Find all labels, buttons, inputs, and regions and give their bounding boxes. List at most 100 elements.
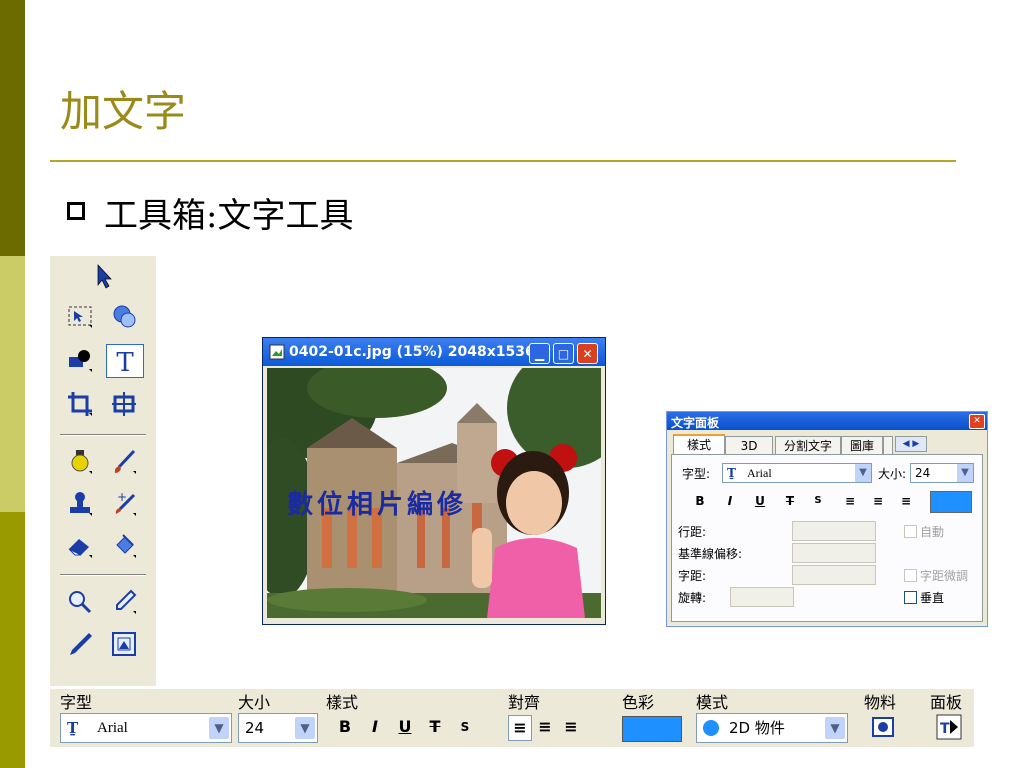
rotate-input[interactable] [730,587,794,607]
slide-title: 加文字 [60,87,187,136]
panel-close-button[interactable]: ✕ [969,414,985,429]
font-label: 字型: [682,467,711,481]
align-center-button[interactable]: ≡ [868,491,888,511]
toolbox: T + [50,256,156,686]
size-select[interactable]: 24 ▼ [910,463,974,483]
text-color-swatch[interactable] [930,491,972,513]
kerning-label: 字距微調 [920,569,969,583]
shape-icon[interactable] [62,344,98,376]
text-tool-icon[interactable]: T [106,344,144,378]
auto-checkbox[interactable] [904,525,917,538]
selection-icon[interactable] [62,300,98,332]
pb-panel-label: 面板 [930,693,963,712]
fill-icon[interactable] [106,530,142,562]
lasso-icon[interactable] [106,300,142,332]
pb-align-left-button[interactable]: ≡ [508,715,532,741]
pb-strikethrough-button[interactable]: T [424,715,446,739]
image-file-icon [269,344,285,360]
pb-style-label: 樣式 [326,693,359,712]
text-panel-titlebar[interactable]: 文字面板 ✕ [667,412,987,430]
close-button[interactable]: ✕ [577,343,598,364]
pb-color-swatch[interactable] [622,716,682,742]
photo-overlay-text[interactable]: 數位相片編修 [287,484,467,521]
char-spacing-label: 字距: [678,569,707,583]
auto-label: 自動 [920,525,945,539]
font-select-value: Arial [747,466,772,480]
frame-icon[interactable] [106,628,142,660]
truetype-icon: Ṯ [67,719,79,737]
pen-icon[interactable] [62,628,98,660]
tab-split-text[interactable]: 分割文字 [775,436,841,455]
tab-style[interactable]: 樣式 [673,434,725,456]
brush-icon[interactable] [106,446,142,478]
object-mode-icon [703,720,719,736]
pb-color-label: 色彩 [622,693,655,712]
pb-size-select[interactable]: 24 ▼ [238,713,318,743]
pb-align-right-button[interactable]: ≡ [560,715,582,739]
photo-canvas[interactable]: 數位相片編修 [267,368,601,618]
pb-mode-label: 模式 [696,693,729,712]
pb-bold-button[interactable]: B [334,715,356,739]
accent-bar-top [0,0,25,256]
eraser-icon[interactable] [62,530,98,562]
title-divider [50,160,956,162]
font-select[interactable]: Ṯ Arial ▼ [722,463,872,483]
minimize-button[interactable]: ▁ [529,343,550,364]
char-spacing-input[interactable] [792,565,876,585]
italic-button[interactable]: I [720,491,740,511]
property-bar: 字型 大小 樣式 對齊 色彩 模式 物料 面板 Ṯ Arial ▼ 24 ▼ B… [50,689,974,747]
pb-italic-button[interactable]: I [364,715,386,739]
align-right-button[interactable]: ≡ [896,491,916,511]
tab-3d[interactable]: 3D [725,436,773,455]
crop-icon[interactable] [62,388,98,420]
tab-more[interactable] [883,436,893,455]
material-icon[interactable] [868,713,898,741]
heal-brush-icon[interactable]: + [106,488,142,520]
pb-align-center-button[interactable]: ≡ [534,715,556,739]
text-panel: 文字面板 ✕ 樣式 3D 分割文字 圖庫 ◀ ▶ 字型: Ṯ Arial ▼ 大… [666,411,988,627]
pb-font-select[interactable]: Ṯ Arial ▼ [60,713,232,743]
chevron-down-icon[interactable]: ▼ [209,717,229,739]
baseline-label: 基準線偏移: [678,547,743,561]
pb-mode-select[interactable]: 2D 物件 ▼ [696,713,848,743]
panel-toggle-icon[interactable]: T [934,713,964,741]
pb-font-value: Arial [97,720,128,736]
pb-material-label: 物料 [864,693,897,712]
eyedropper-icon[interactable] [106,586,142,618]
svg-text:T: T [116,348,134,376]
line-spacing-input[interactable] [792,521,876,541]
pointer-icon[interactable] [84,260,120,292]
vertical-checkbox[interactable] [904,591,917,604]
bold-button[interactable]: B [690,491,710,511]
straighten-icon[interactable] [106,388,142,420]
strikethrough-button[interactable]: T [780,491,800,511]
bullet-square-icon [67,202,85,220]
shadow-button[interactable]: S [808,491,828,511]
image-window-titlebar[interactable]: 0402-01c.jpg (15%) 2048x1536 ▁ □ ✕ [263,338,605,366]
chevron-down-icon[interactable]: ▼ [855,464,871,482]
chevron-down-icon[interactable]: ▼ [295,717,315,739]
style-tab-page: 字型: Ṯ Arial ▼ 大小: 24 ▼ B I U T S ≡ ≡ ≡ 行… [671,454,983,622]
pb-size-label: 大小 [238,693,271,712]
bulb-icon[interactable] [62,446,98,478]
image-window: 0402-01c.jpg (15%) 2048x1536 ▁ □ ✕ 數位相片編… [262,337,606,625]
tab-library[interactable]: 圖庫 [841,436,883,455]
image-window-title: 0402-01c.jpg (15%) 2048x1536 [289,344,535,360]
pb-align-label: 對齊 [508,693,541,712]
pb-shadow-button[interactable]: S [454,715,476,739]
tab-scroll-arrows[interactable]: ◀ ▶ [895,436,927,452]
align-left-button[interactable]: ≡ [840,491,860,511]
toolbox-separator [60,434,146,436]
baseline-input[interactable] [792,543,876,563]
chevron-down-icon[interactable]: ▼ [825,717,845,739]
svg-text:+: + [117,490,127,504]
text-panel-title: 文字面板 [671,416,720,430]
kerning-checkbox[interactable] [904,569,917,582]
stamp-icon[interactable] [62,488,98,520]
zoom-icon[interactable] [62,586,98,618]
vertical-label: 垂直 [920,591,945,605]
underline-button[interactable]: U [750,491,770,511]
maximize-button[interactable]: □ [553,343,574,364]
pb-underline-button[interactable]: U [394,715,416,739]
chevron-down-icon[interactable]: ▼ [957,464,973,482]
